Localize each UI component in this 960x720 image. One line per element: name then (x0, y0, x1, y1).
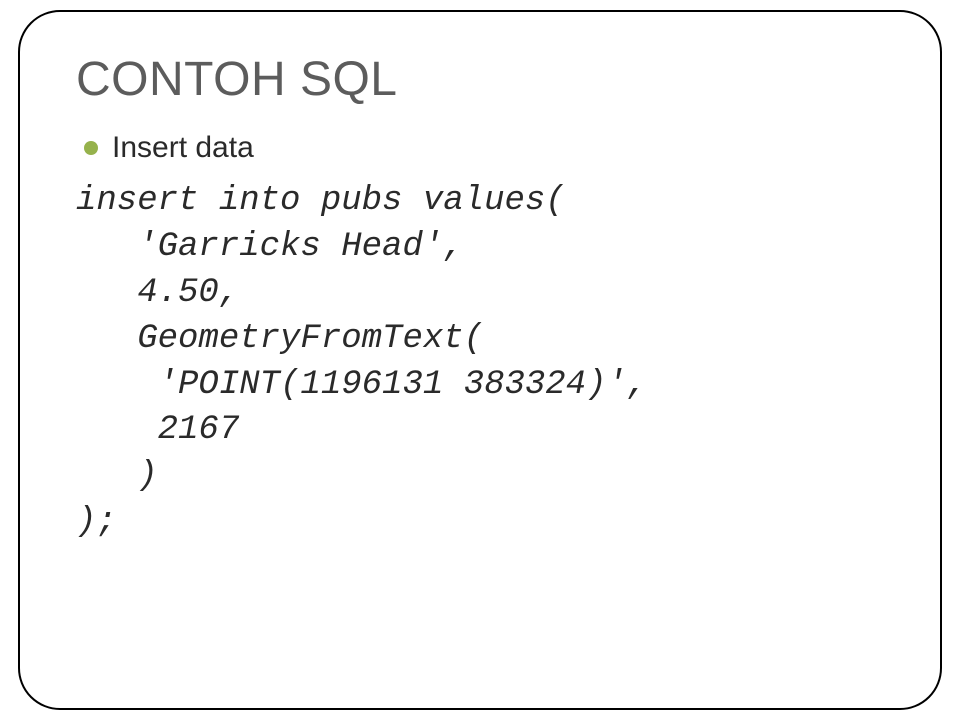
code-line: insert into pubs values( (76, 182, 566, 220)
code-block: insert into pubs values( 'Garricks Head'… (76, 179, 884, 546)
code-line: ) (76, 457, 158, 495)
slide-frame: CONTOH SQL Insert data insert into pubs … (18, 10, 942, 710)
code-line: 2167 (76, 411, 239, 449)
bullet-item: Insert data (76, 131, 884, 165)
code-line: ); (76, 503, 117, 541)
code-line: 4.50, (76, 274, 239, 312)
slide-title: CONTOH SQL (76, 52, 884, 107)
bullet-text: Insert data (112, 131, 254, 165)
code-line: 'POINT(1196131 383324)', (76, 366, 647, 404)
code-line: GeometryFromText( (76, 320, 484, 358)
code-line: 'Garricks Head', (76, 228, 464, 266)
bullet-icon (84, 141, 98, 155)
